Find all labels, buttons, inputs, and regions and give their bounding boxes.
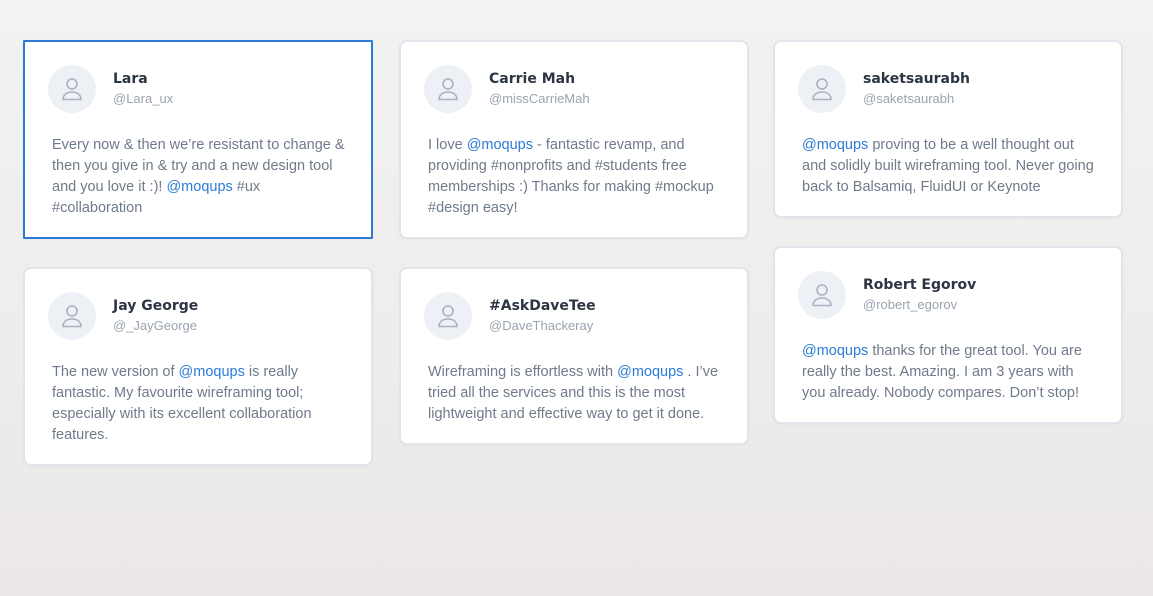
author-handle[interactable]: @saketsaurabh [863, 90, 970, 108]
testimonial-text: @moqups proving to be a well thought out… [802, 137, 1094, 195]
author-name: Carrie Mah [489, 71, 576, 87]
testimonial-text: The new version of @moqups is really fan… [52, 364, 312, 443]
avatar [424, 292, 472, 340]
testimonial-card-lara[interactable]: Lara @Lara_ux Every now & then we’re res… [23, 40, 373, 239]
author-handle[interactable]: @DaveThackeray [489, 317, 596, 335]
avatar [798, 271, 846, 319]
testimonial-text: Wireframing is effortless with @moqups .… [428, 364, 719, 422]
author-name: saketsaurabh [863, 71, 970, 87]
mention-link[interactable]: @moqups [802, 343, 868, 359]
author-name: Robert Egorov [863, 277, 977, 293]
user-placeholder-icon [438, 78, 458, 101]
mention-link[interactable]: @moqups [179, 364, 245, 380]
user-placeholder-icon [812, 284, 832, 307]
mention-link[interactable]: @moqups [802, 137, 868, 153]
author-name: Lara [113, 71, 148, 87]
author-handle[interactable]: @missCarrieMah [489, 90, 590, 108]
author-handle[interactable]: @_JayGeorge [113, 317, 198, 335]
testimonial-card-saketsaurabh[interactable]: saketsaurabh @saketsaurabh @moqups provi… [773, 40, 1123, 218]
user-placeholder-icon [62, 78, 82, 101]
mention-link[interactable]: @moqups [617, 364, 683, 380]
author-handle[interactable]: @Lara_ux [113, 90, 173, 108]
author-handle[interactable]: @robert_egorov [863, 296, 976, 314]
avatar [48, 65, 96, 113]
testimonial-card-jay-george[interactable]: Jay George @_JayGeorge The new version o… [23, 267, 373, 466]
testimonial-column-3: saketsaurabh @saketsaurabh @moqups provi… [773, 40, 1123, 424]
testimonial-text: Every now & then we’re resistant to chan… [52, 137, 345, 216]
card-header: Carrie Mah @missCarrieMah [424, 65, 724, 113]
testimonial-text: @moqups thanks for the great tool. You a… [802, 343, 1082, 401]
mention-link[interactable]: @moqups [166, 179, 232, 195]
card-header: Robert Egorov @robert_egorov [798, 271, 1098, 319]
author-name: Jay George [113, 298, 199, 314]
card-header: saketsaurabh @saketsaurabh [798, 65, 1098, 113]
testimonial-text: I love @moqups - fantastic revamp, and p… [428, 137, 714, 216]
mention-link[interactable]: @moqups [467, 137, 533, 153]
avatar [798, 65, 846, 113]
avatar [424, 65, 472, 113]
avatar [48, 292, 96, 340]
user-placeholder-icon [62, 305, 82, 328]
testimonial-column-2: Carrie Mah @missCarrieMah I love @moqups… [399, 40, 749, 445]
testimonial-card-carrie-mah[interactable]: Carrie Mah @missCarrieMah I love @moqups… [399, 40, 749, 239]
testimonial-column-1: Lara @Lara_ux Every now & then we’re res… [23, 40, 373, 466]
card-header: #AskDaveTee @DaveThackeray [424, 292, 724, 340]
card-header: Lara @Lara_ux [48, 65, 348, 113]
user-placeholder-icon [438, 305, 458, 328]
testimonial-card-robert-egorov[interactable]: Robert Egorov @robert_egorov @moqups tha… [773, 246, 1123, 424]
user-placeholder-icon [812, 78, 832, 101]
author-name: #AskDaveTee [489, 298, 596, 314]
card-header: Jay George @_JayGeorge [48, 292, 348, 340]
testimonial-card-askdavetee[interactable]: #AskDaveTee @DaveThackeray Wireframing i… [399, 267, 749, 445]
